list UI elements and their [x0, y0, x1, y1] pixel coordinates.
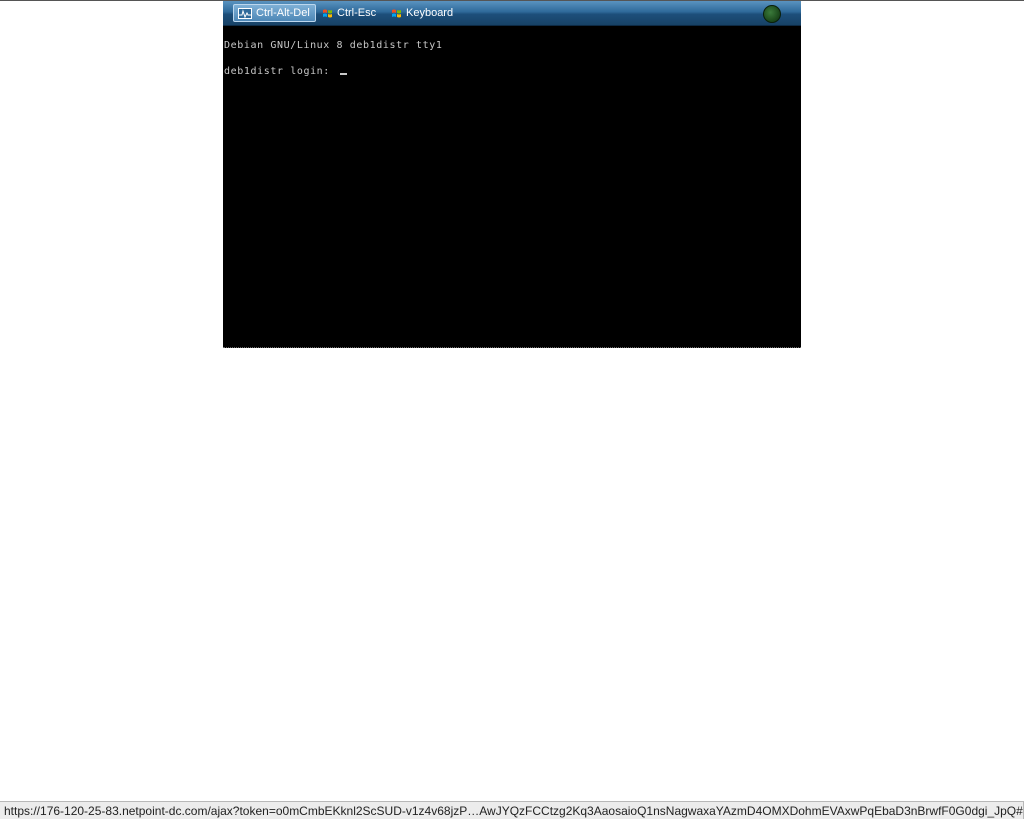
- windows-logo-icon: [322, 8, 333, 19]
- status-url: https://176-120-25-83.netpoint-dc.com/aj…: [4, 804, 1023, 818]
- ctrl-alt-del-button[interactable]: Ctrl-Alt-Del: [233, 4, 316, 22]
- terminal-login-prompt: deb1distr login:: [224, 66, 347, 77]
- text-cursor: [339, 73, 347, 75]
- ctrl-esc-button[interactable]: Ctrl-Esc: [322, 4, 376, 22]
- terminal-banner-line: Debian GNU/Linux 8 deb1distr tty1: [224, 40, 443, 51]
- keyboard-button[interactable]: Keyboard: [391, 4, 453, 22]
- browser-status-bar: https://176-120-25-83.netpoint-dc.com/aj…: [0, 801, 1024, 819]
- console-toolbar: Ctrl-Alt-Del Ctrl-Esc Keyboard: [223, 1, 801, 26]
- vnc-console: Ctrl-Alt-Del Ctrl-Esc Keyboard Debian GN…: [223, 1, 801, 348]
- ctrl-alt-del-label: Ctrl-Alt-Del: [256, 7, 310, 19]
- windows-logo-icon: [391, 8, 402, 19]
- terminal-screen[interactable]: Debian GNU/Linux 8 deb1distr tty1 deb1di…: [223, 26, 801, 348]
- ctrl-esc-label: Ctrl-Esc: [337, 7, 377, 19]
- keyboard-label: Keyboard: [406, 7, 454, 19]
- monitor-icon: [238, 7, 252, 19]
- connection-status-icon: [763, 5, 781, 23]
